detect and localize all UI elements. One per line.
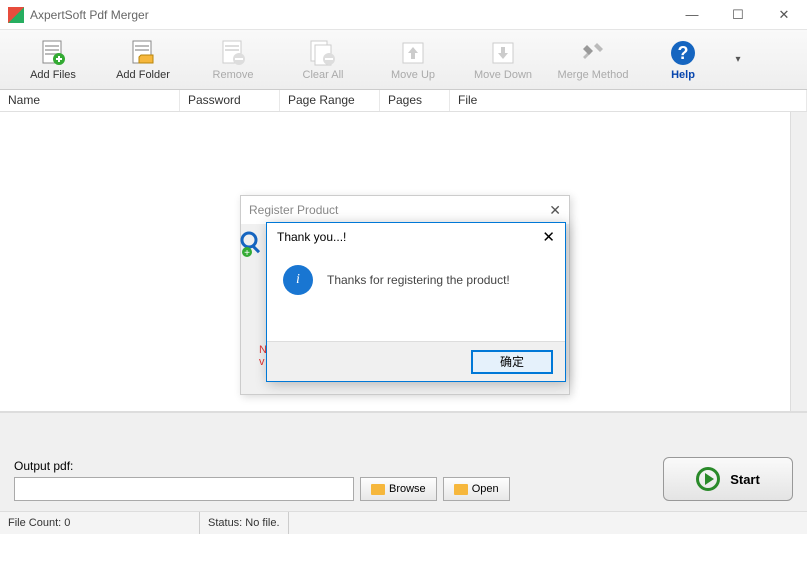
status-text: Status: No file. [200,512,289,534]
ok-button[interactable]: 确定 [471,350,553,374]
thanks-dialog: Thank you...! ✕ i Thanks for registering… [266,222,566,382]
minimize-button[interactable]: — [669,0,715,30]
col-name[interactable]: Name [0,90,180,111]
window-title: AxpertSoft Pdf Merger [30,8,669,22]
merge-method-label: Merge Method [558,69,629,81]
remove-label: Remove [213,69,254,81]
maximize-button[interactable]: ☐ [715,0,761,30]
merge-method-icon [579,39,607,67]
output-label: Output pdf: [14,459,651,473]
thanks-dialog-title: Thank you...! [277,230,346,244]
add-folder-label: Add Folder [116,69,170,81]
svg-text:+: + [244,248,250,258]
info-icon: i [283,265,313,295]
thanks-dialog-close-icon[interactable]: ✕ [542,228,555,246]
register-key-icon: + [239,230,267,261]
status-bar: File Count: 0 Status: No file. [0,512,807,534]
clear-all-icon [309,39,337,67]
folder-icon [454,484,468,495]
folder-icon [371,484,385,495]
thanks-dialog-titlebar[interactable]: Thank you...! ✕ [267,223,565,251]
main-toolbar: Add Files Add Folder Remove Clear All Mo… [0,30,807,90]
move-down-label: Move Down [474,69,532,81]
remove-button[interactable]: Remove [188,33,278,87]
add-folder-button[interactable]: Add Folder [98,33,188,87]
start-label: Start [730,472,760,487]
register-dialog-titlebar[interactable]: Register Product ✕ [241,196,569,224]
move-down-button[interactable]: Move Down [458,33,548,87]
col-password[interactable]: Password [180,90,280,111]
register-dialog-close-icon[interactable]: ✕ [549,202,561,219]
thanks-message: Thanks for registering the product! [327,273,510,287]
output-panel: Output pdf: Browse Open Start [0,412,807,512]
close-button[interactable]: ✕ [761,0,807,30]
toolbar-overflow-button[interactable]: ▾ [728,54,748,65]
col-file[interactable]: File [450,90,807,111]
move-up-button[interactable]: Move Up [368,33,458,87]
remove-icon [219,39,247,67]
help-icon: ? [669,39,697,67]
move-down-icon [489,39,517,67]
move-up-label: Move Up [391,69,435,81]
add-files-icon [39,39,67,67]
help-label: Help [671,69,695,81]
add-files-label: Add Files [30,69,76,81]
help-button[interactable]: ? Help [638,33,728,87]
add-files-button[interactable]: Add Files [8,33,98,87]
col-page-range[interactable]: Page Range [280,90,380,111]
start-button[interactable]: Start [663,457,793,501]
play-icon [696,467,720,491]
col-pages[interactable]: Pages [380,90,450,111]
add-folder-icon [129,39,157,67]
file-table-header: Name Password Page Range Pages File [0,90,807,112]
status-file-count: File Count: 0 [0,512,200,534]
register-dialog-title: Register Product [249,203,338,217]
open-button[interactable]: Open [443,477,510,501]
clear-all-label: Clear All [303,69,344,81]
output-path-input[interactable] [14,477,354,501]
app-icon [8,7,24,23]
move-up-icon [399,39,427,67]
clear-all-button[interactable]: Clear All [278,33,368,87]
table-scrollbar[interactable] [790,112,807,411]
browse-button[interactable]: Browse [360,477,437,501]
svg-text:?: ? [678,43,689,63]
merge-method-button[interactable]: Merge Method [548,33,638,87]
window-titlebar: AxpertSoft Pdf Merger — ☐ ✕ [0,0,807,30]
